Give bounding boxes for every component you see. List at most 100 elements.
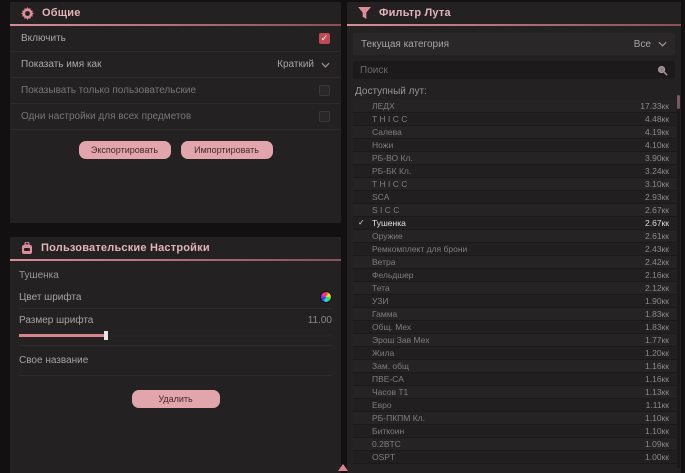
loot-item-row[interactable]: ОSPT 1.00кк bbox=[353, 451, 676, 464]
loot-item-name: УЗИ bbox=[372, 296, 388, 306]
loot-item-name: РБ-ПКПМ Кл. bbox=[372, 413, 425, 423]
check-icon: ✓ bbox=[358, 218, 365, 227]
export-button[interactable]: Экспортировать bbox=[79, 141, 171, 159]
loot-item-row[interactable]: Гамма 1.83кк bbox=[353, 308, 676, 321]
loot-item-row[interactable]: Т Н I С С 4.48кк bbox=[353, 113, 676, 126]
loot-item-row[interactable]: Жила 1.20кк bbox=[353, 347, 676, 360]
import-button[interactable]: Импортировать bbox=[181, 141, 273, 159]
loot-item-name: 0.2BTC bbox=[372, 439, 401, 449]
delete-button[interactable]: Удалить bbox=[132, 390, 220, 408]
loot-item-row[interactable]: Оружие 2.61кк bbox=[353, 230, 676, 243]
loot-item-value: 1.16кк bbox=[645, 374, 669, 384]
loot-item-row[interactable]: SCA 2.93кк bbox=[353, 191, 676, 204]
same-settings-label: Одни настройки для всех предметов bbox=[21, 111, 191, 122]
category-value: Все bbox=[634, 39, 651, 50]
loot-item-row[interactable]: 0.2BTC 1.09кк bbox=[353, 438, 676, 451]
same-settings-checkbox[interactable] bbox=[319, 111, 330, 122]
loot-item-row[interactable]: Ножи 4.10кк bbox=[353, 139, 676, 152]
loot-item-row[interactable]: Тета 2.12кк bbox=[353, 282, 676, 295]
loot-item-value: 2.16кк bbox=[645, 270, 669, 280]
loot-item-row[interactable]: Фельдшер 2.16кк bbox=[353, 269, 676, 282]
loot-item-value: 2.61кк bbox=[645, 231, 669, 241]
loot-item-value: 1.16кк bbox=[645, 361, 669, 371]
loot-item-name: РБ-БК Кл. bbox=[372, 166, 411, 176]
font-size-label: Размер шрифта bbox=[19, 315, 93, 326]
slider-handle[interactable] bbox=[104, 331, 108, 340]
loot-item-value: 1.13кк bbox=[645, 387, 669, 397]
selected-item-name: Тушенка bbox=[10, 261, 341, 286]
show-name-row: Показать имя как Краткий bbox=[10, 52, 341, 78]
loot-item-name: ПВЕ-СА bbox=[372, 374, 404, 384]
loot-item-name: Фельдшер bbox=[372, 270, 414, 280]
loot-item-row[interactable]: Ремкомплект для брони 2.43кк bbox=[353, 243, 676, 256]
loot-item-name: Тета bbox=[372, 283, 390, 293]
general-header: Общие bbox=[10, 2, 341, 24]
font-color-label: Цвет шрифта bbox=[19, 292, 81, 303]
panel-general: Общие Включить ✓ Показать имя как Кратки… bbox=[10, 2, 341, 223]
search-icon[interactable] bbox=[657, 65, 668, 76]
loot-item-value: 1.83кк bbox=[645, 322, 669, 332]
loot-item-value: 1.90кк bbox=[645, 296, 669, 306]
resize-handle-icon[interactable] bbox=[338, 464, 348, 471]
panel-loot-filter: Фильтр Лута Текущая категория Все Доступ… bbox=[347, 2, 681, 473]
show-name-label: Показать имя как bbox=[21, 59, 101, 70]
loot-item-name: Биткоин bbox=[372, 426, 404, 436]
loot-item-row[interactable]: ✓ Тушенка 2.67кк bbox=[353, 217, 676, 230]
loot-item-row[interactable]: РБ-ВО Кл. 3.90кк bbox=[353, 152, 676, 165]
enable-checkbox[interactable]: ✓ bbox=[319, 33, 330, 44]
loot-item-row[interactable]: УЗИ 1.90кк bbox=[353, 295, 676, 308]
loot-item-value: 4.10кк bbox=[645, 140, 669, 150]
search-row bbox=[353, 61, 675, 79]
loot-item-row[interactable]: Ветра 2.42кк bbox=[353, 256, 676, 269]
loot-item-name: Общ. Мех bbox=[372, 322, 411, 332]
loot-list-scrollbar[interactable] bbox=[677, 95, 680, 468]
loot-item-value: 2.93кк bbox=[645, 192, 669, 202]
loot-filter-header: Фильтр Лута bbox=[347, 2, 681, 24]
font-size-slider-wrap bbox=[19, 334, 332, 346]
loot-item-name: Жила bbox=[372, 348, 394, 358]
search-input[interactable] bbox=[360, 65, 657, 76]
loot-item-name: Ветра bbox=[372, 257, 395, 267]
loot-item-row[interactable]: ЛЕДХ 17.33кк bbox=[353, 100, 676, 113]
loot-item-row[interactable]: ПВЕ-СА 1.16кк bbox=[353, 373, 676, 386]
loot-item-row[interactable]: S I C C 2.67кк bbox=[353, 204, 676, 217]
loot-item-value: 2.67кк bbox=[645, 205, 669, 215]
category-dropdown[interactable]: Все bbox=[634, 39, 667, 50]
loot-item-row[interactable]: Биткоин 1.10кк bbox=[353, 425, 676, 438]
loot-item-name: Ножи bbox=[372, 140, 393, 150]
category-row: Текущая категория Все bbox=[353, 33, 675, 55]
loot-item-row[interactable]: Евро 1.11кк bbox=[353, 399, 676, 412]
backpack-icon bbox=[21, 242, 33, 255]
delete-row: Удалить bbox=[10, 376, 341, 408]
loot-item-value: 1.00кк bbox=[645, 452, 669, 462]
loot-item-name: ЛЕДХ bbox=[372, 101, 395, 111]
only-custom-checkbox[interactable] bbox=[319, 85, 330, 96]
loot-item-row[interactable]: Т Н I С С 3.10кк bbox=[353, 178, 676, 191]
loot-item-row[interactable]: Эрош Зав Мех 1.77кк bbox=[353, 334, 676, 347]
loot-item-row[interactable]: Зам. общ 1.16кк bbox=[353, 360, 676, 373]
color-picker-icon[interactable] bbox=[320, 291, 332, 303]
loot-item-name: Оружие bbox=[372, 231, 403, 241]
chevron-down-icon bbox=[321, 62, 330, 68]
font-size-value: 11.00 bbox=[308, 315, 332, 326]
loot-item-row[interactable]: РБ-БК Кл. 3.24кк bbox=[353, 165, 676, 178]
panel-custom-settings: Пользовательские Настройки Тушенка Цвет … bbox=[10, 237, 341, 473]
loot-item-value: 17.33кк bbox=[640, 101, 669, 111]
panel-title: Общие bbox=[42, 7, 81, 19]
loot-item-value: 1.10кк bbox=[645, 426, 669, 436]
loot-item-row[interactable]: Общ. Мех 1.83кк bbox=[353, 321, 676, 334]
loot-item-row[interactable]: РБ-ПКПМ Кл. 1.10кк bbox=[353, 412, 676, 425]
loot-item-name: Ремкомплект для брони bbox=[372, 244, 467, 254]
scrollbar-thumb[interactable] bbox=[677, 95, 680, 109]
loot-item-row[interactable]: Салева 4.19кк bbox=[353, 126, 676, 139]
loot-item-value: 2.12кк bbox=[645, 283, 669, 293]
show-name-dropdown[interactable]: Краткий bbox=[277, 59, 330, 70]
panel-title: Пользовательские Настройки bbox=[41, 242, 210, 254]
loot-item-name: Евро bbox=[372, 400, 392, 410]
loot-item-name: Зам. общ bbox=[372, 361, 409, 371]
slider-fill bbox=[19, 334, 104, 337]
loot-item-row[interactable]: Часов Т1 1.13кк bbox=[353, 386, 676, 399]
loot-item-value: 3.24кк bbox=[645, 166, 669, 176]
loot-item-name: Т Н I С С bbox=[372, 179, 407, 189]
font-size-slider[interactable] bbox=[19, 334, 332, 337]
